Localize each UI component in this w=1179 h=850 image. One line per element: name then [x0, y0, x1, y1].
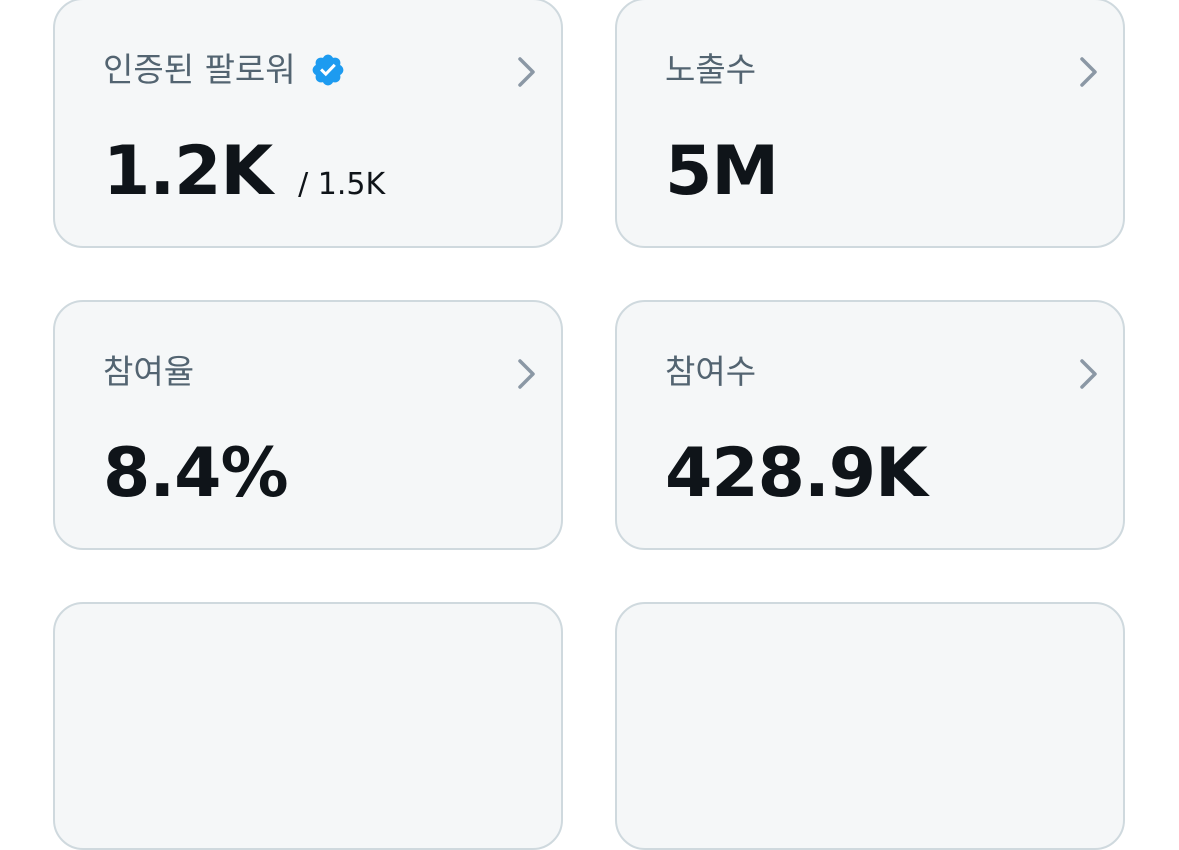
card-label: 인증된 팔로워 — [103, 50, 296, 89]
card-value: 8.4% — [103, 434, 289, 513]
card-value: 428.9K — [665, 434, 928, 513]
chevron-right-icon — [1080, 359, 1097, 389]
partial-card[interactable] — [53, 602, 563, 850]
card-label-row: 참여수 — [665, 350, 756, 394]
card-label: 참여율 — [103, 352, 195, 391]
card-subvalue: / 1.5K — [298, 167, 386, 202]
card-value: 1.2K — [103, 132, 273, 211]
partial-card[interactable] — [615, 602, 1125, 850]
chevron-right-icon — [518, 359, 535, 389]
chevron-right-icon — [518, 57, 535, 87]
card-label-row: 인증된 팔로워 — [103, 48, 346, 92]
engagements-card[interactable]: 참여수 428.9K — [615, 300, 1125, 550]
card-value: 5M — [665, 132, 779, 211]
card-value-row: 8.4% — [103, 432, 289, 516]
engagement-rate-card[interactable]: 참여율 8.4% — [53, 300, 563, 550]
chevron-right-icon — [1080, 57, 1097, 87]
verified-followers-card[interactable]: 인증된 팔로워 1.2K / 1.5K — [53, 0, 563, 248]
card-label: 노출수 — [665, 50, 757, 89]
card-value-row: 428.9K — [665, 432, 928, 516]
card-label: 참여수 — [665, 352, 757, 391]
card-label-row: 노출수 — [665, 48, 756, 92]
card-value-row: 5M — [665, 130, 779, 214]
card-value-row: 1.2K / 1.5K — [103, 130, 385, 214]
verified-badge-icon — [312, 54, 344, 86]
card-label-row: 참여율 — [103, 350, 194, 394]
impressions-card[interactable]: 노출수 5M — [615, 0, 1125, 248]
